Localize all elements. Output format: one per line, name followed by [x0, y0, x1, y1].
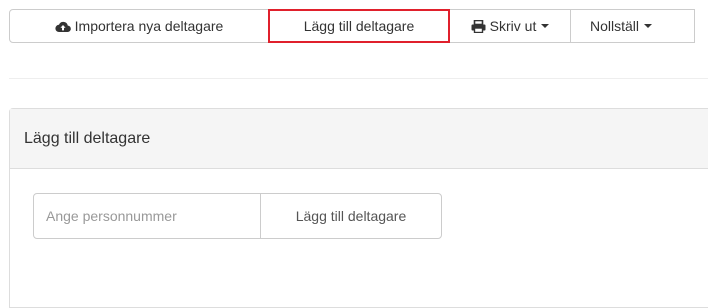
cloud-upload-icon — [55, 20, 71, 33]
add-participant-label: Lägg till deltagare — [303, 18, 415, 34]
personnummer-input-group: Lägg till deltagare — [33, 193, 442, 239]
personnummer-input[interactable] — [33, 193, 261, 239]
toolbar: Importera nya deltagare Lägg till deltag… — [9, 9, 695, 43]
print-icon — [471, 19, 486, 33]
add-participant-submit-label: Lägg till deltagare — [295, 208, 407, 224]
reset-label: Nollställ — [590, 18, 640, 34]
add-participant-button[interactable]: Lägg till deltagare — [268, 9, 450, 43]
caret-down-icon — [644, 24, 653, 28]
panel-heading: Lägg till deltagare — [10, 109, 708, 169]
add-participant-submit-button[interactable]: Lägg till deltagare — [260, 193, 442, 239]
add-participant-panel: Lägg till deltagare Lägg till deltagare — [9, 108, 708, 308]
caret-down-icon — [541, 24, 550, 28]
panel-title: Lägg till deltagare — [24, 129, 151, 147]
section-divider — [9, 78, 708, 79]
import-participants-label: Importera nya deltagare — [74, 18, 224, 34]
import-participants-button[interactable]: Importera nya deltagare — [9, 9, 269, 43]
print-label: Skriv ut — [489, 18, 537, 34]
reset-dropdown-button[interactable]: Nollställ — [570, 9, 695, 43]
print-dropdown-button[interactable]: Skriv ut — [449, 9, 571, 43]
